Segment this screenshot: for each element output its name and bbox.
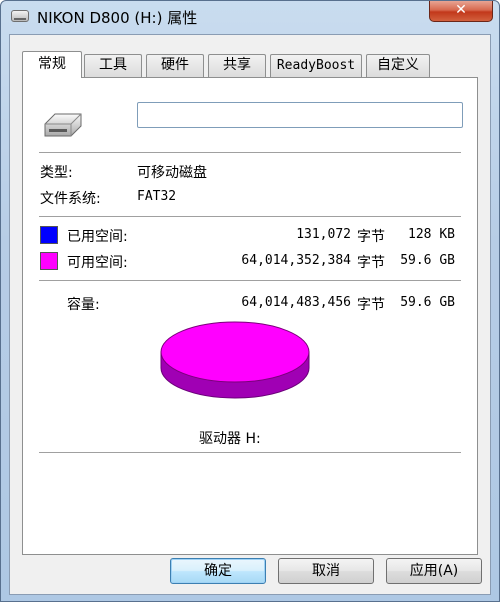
used-space-bytes: 131,072 xyxy=(296,227,351,242)
used-space-swatch xyxy=(40,226,58,244)
used-space-size: 128 KB xyxy=(408,227,455,242)
window-title: NIKON D800 (H:) 属性 xyxy=(37,9,198,27)
capacity-label: 容量: xyxy=(67,297,100,313)
ok-button[interactable]: 确定 xyxy=(170,558,266,584)
free-space-unit: 字节 xyxy=(357,255,385,271)
tab-readyboost[interactable]: ReadyBoost xyxy=(270,54,362,77)
general-panel: 类型: 可移动磁盘 文件系统: FAT32 已用空间: 131,072 字节 1… xyxy=(22,77,478,555)
used-space-unit: 字节 xyxy=(357,229,385,245)
title-bar[interactable]: NIKON D800 (H:) 属性 ✕ xyxy=(1,1,499,33)
capacity-unit: 字节 xyxy=(357,297,385,313)
properties-window: NIKON D800 (H:) 属性 ✕ 常规 工具 硬件 共享 ReadyBo… xyxy=(0,0,500,602)
capacity-size: 59.6 GB xyxy=(400,295,455,310)
type-value: 可移动磁盘 xyxy=(137,165,207,181)
separator xyxy=(39,216,461,218)
free-space-label: 可用空间: xyxy=(67,255,128,271)
free-space-swatch xyxy=(40,252,58,270)
drive-icon xyxy=(11,10,29,22)
separator xyxy=(39,280,461,282)
dialog-body: 常规 工具 硬件 共享 ReadyBoost 自定义 类型: 可移动磁盘 文件系… xyxy=(9,34,491,595)
filesystem-value: FAT32 xyxy=(137,189,177,204)
tab-hardware[interactable]: 硬件 xyxy=(146,54,204,77)
close-button[interactable]: ✕ xyxy=(429,1,493,22)
filesystem-label: 文件系统: xyxy=(40,191,101,207)
free-space-bytes: 64,014,352,384 xyxy=(241,253,351,268)
drive-letter-label: 驱动器 H: xyxy=(199,431,261,447)
tab-sharing[interactable]: 共享 xyxy=(208,54,266,77)
usage-pie-chart xyxy=(160,321,310,399)
separator xyxy=(39,152,461,154)
volume-name-input[interactable] xyxy=(137,102,463,128)
tab-strip: 常规 工具 硬件 共享 ReadyBoost 自定义 xyxy=(22,51,482,78)
free-space-size: 59.6 GB xyxy=(400,253,455,268)
cancel-button[interactable]: 取消 xyxy=(278,558,374,584)
type-label: 类型: xyxy=(40,165,73,181)
used-space-label: 已用空间: xyxy=(67,229,128,245)
tab-general[interactable]: 常规 xyxy=(22,51,82,78)
tab-tools[interactable]: 工具 xyxy=(84,54,142,77)
tab-customize[interactable]: 自定义 xyxy=(366,54,430,77)
capacity-bytes: 64,014,483,456 xyxy=(241,295,351,310)
apply-button[interactable]: 应用(A) xyxy=(386,558,482,584)
removable-drive-icon xyxy=(44,113,82,137)
separator xyxy=(39,452,461,454)
